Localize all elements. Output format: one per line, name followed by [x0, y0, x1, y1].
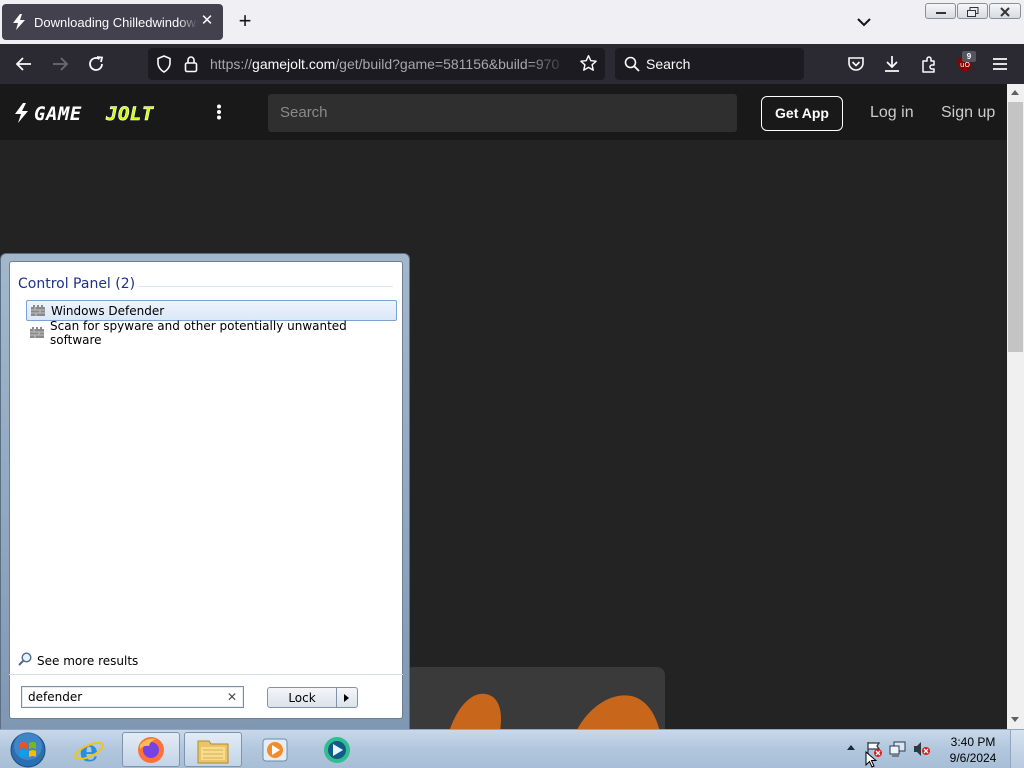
lock-button-label: Lock: [288, 691, 316, 705]
shutdown-options-arrow-icon[interactable]: [344, 694, 349, 702]
scrollbar-thumb[interactable]: [1008, 102, 1023, 352]
url-path: /get/build?game=581156&build=970: [335, 56, 560, 72]
restore-button[interactable]: [957, 3, 988, 19]
show-hidden-icons-arrow[interactable]: [847, 745, 855, 750]
get-app-button[interactable]: Get App: [761, 96, 843, 131]
gamejolt-logo[interactable]: GAME JOLT: [14, 103, 180, 128]
new-tab-icon[interactable]: +: [235, 10, 255, 32]
lock-button-separator: [336, 688, 337, 707]
start-menu-results-pane: Control Panel (2) Windows Defender Scan …: [9, 261, 403, 719]
url-scheme: https://: [210, 56, 253, 72]
tab-bar: Downloading Chilledwindows.exe ✕ +: [0, 0, 1024, 44]
bottom-divider: [9, 674, 403, 675]
extensions-icon[interactable]: [917, 52, 941, 76]
browser-tab[interactable]: Downloading Chilledwindows.exe ✕: [2, 4, 223, 40]
internet-explorer-icon[interactable]: e: [60, 732, 118, 767]
gamejolt-header: GAME JOLT Search Get App Log in Sign up: [0, 84, 1007, 140]
result-label: Windows Defender: [51, 303, 165, 318]
firefox-taskbar-icon[interactable]: [122, 732, 180, 767]
see-more-label: See more results: [37, 653, 139, 668]
more-options-icon[interactable]: [216, 104, 222, 120]
url-text[interactable]: https://gamejolt.com/get/build?game=5811…: [210, 56, 570, 72]
results-group-header: Control Panel (2): [18, 276, 136, 292]
clock-date[interactable]: 9/6/2024: [940, 751, 1006, 765]
search-icon: [624, 56, 640, 77]
nav-toolbar: https://gamejolt.com/get/build?game=5811…: [0, 44, 1024, 84]
start-orb-button[interactable]: [0, 731, 56, 767]
tab-title: Downloading Chilledwindows.exe: [34, 14, 198, 30]
start-menu: Control Panel (2) Windows Defender Scan …: [0, 253, 410, 730]
browser-search-placeholder: Search: [646, 56, 691, 72]
castle-wall-icon: [30, 327, 44, 338]
game-thumbnail: [405, 667, 665, 729]
signup-link[interactable]: Sign up: [941, 104, 995, 122]
pocket-icon[interactable]: [844, 52, 868, 76]
volume-muted-icon[interactable]: [913, 741, 931, 762]
bookmark-star-icon[interactable]: [579, 54, 598, 78]
extension-badge-count: 9: [962, 51, 976, 62]
menu-hamburger-icon[interactable]: [988, 52, 1012, 76]
site-search-placeholder: Search: [280, 104, 328, 121]
reload-icon[interactable]: [84, 52, 108, 76]
tracking-shield-icon[interactable]: [156, 55, 172, 78]
clear-search-icon[interactable]: ✕: [227, 690, 237, 704]
lock-icon[interactable]: [184, 55, 198, 78]
logo-text-game: GAME: [34, 103, 82, 123]
mouse-cursor-icon: [865, 750, 878, 768]
result-label: Scan for spyware and other potentially u…: [50, 318, 347, 347]
close-window-button[interactable]: [989, 3, 1021, 19]
close-tab-icon[interactable]: ✕: [199, 13, 215, 29]
magnifier-icon: [18, 652, 32, 669]
windows-explorer-icon[interactable]: [184, 732, 242, 767]
start-search-value: defender: [28, 690, 83, 704]
logo-text-jolt: JOLT: [105, 103, 154, 123]
app-taskbar-icon[interactable]: [308, 732, 366, 767]
svg-text:uO: uO: [960, 61, 970, 69]
list-all-tabs-icon[interactable]: [855, 14, 873, 30]
login-link[interactable]: Log in: [870, 104, 914, 122]
forward-icon[interactable]: [48, 52, 72, 76]
castle-wall-icon: [31, 305, 45, 316]
back-icon[interactable]: [12, 52, 36, 76]
clock-time[interactable]: 3:40 PM: [940, 735, 1006, 749]
downloads-icon[interactable]: [880, 52, 904, 76]
network-icon[interactable]: [889, 741, 907, 762]
lock-button[interactable]: Lock: [267, 687, 358, 708]
site-search-input[interactable]: Search: [268, 94, 737, 132]
svg-text:e: e: [79, 734, 98, 766]
url-host: gamejolt.com: [252, 56, 336, 72]
result-scan-for-spyware[interactable]: Scan for spyware and other potentially u…: [26, 319, 397, 347]
gamejolt-favicon-icon: [10, 13, 28, 31]
see-more-results-link[interactable]: See more results: [18, 652, 138, 669]
page-scrollbar[interactable]: [1007, 84, 1024, 729]
minimize-button[interactable]: [925, 3, 956, 19]
group-divider: [138, 286, 393, 287]
address-bar[interactable]: https://gamejolt.com/get/build?game=5811…: [148, 48, 605, 80]
media-player-icon[interactable]: [246, 732, 304, 767]
show-desktop-button[interactable]: [1010, 730, 1024, 768]
browser-search-bar[interactable]: Search: [615, 48, 804, 80]
start-search-input[interactable]: defender ✕: [21, 686, 244, 708]
